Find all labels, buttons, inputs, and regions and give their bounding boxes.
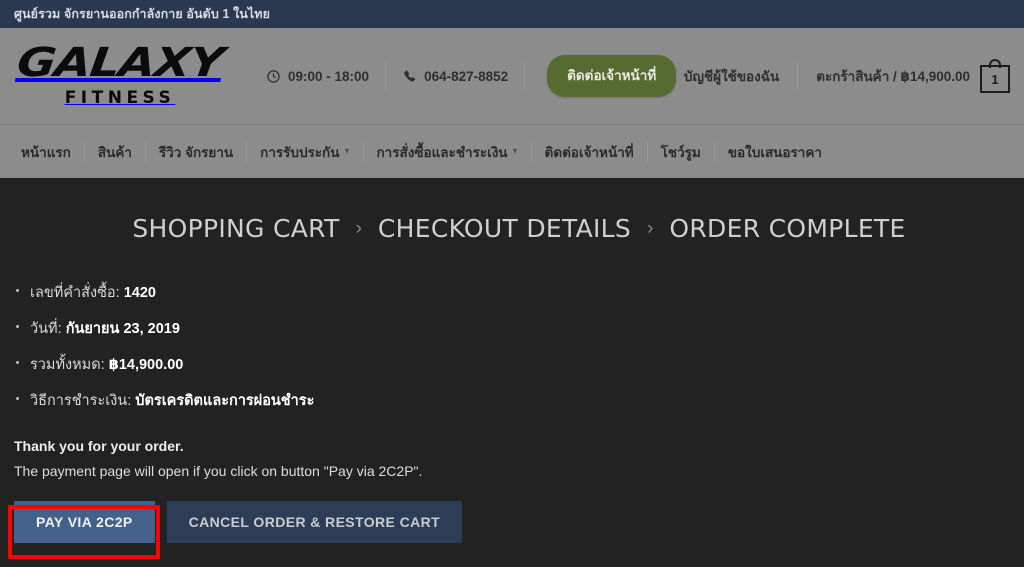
checkout-steps: SHOPPING CART › CHECKOUT DETAILS › ORDER… (14, 178, 1024, 243)
step-checkout-details[interactable]: CHECKOUT DETAILS (378, 214, 631, 243)
nav-label: สินค้า (97, 144, 132, 160)
nav-item-reviews[interactable]: รีวิว จักรยาน (146, 141, 246, 163)
my-account-link[interactable]: บัญชีผู้ใช้ของฉัน (666, 65, 797, 87)
phone-icon (402, 69, 417, 84)
logo-tagline: FITNESS (64, 88, 176, 108)
order-total-row: รวมทั้งหมด: ฿14,900.00 (14, 353, 1024, 376)
cancel-order-restore-cart-button[interactable]: CANCEL ORDER & RESTORE CART (166, 501, 463, 543)
nav-label: โชว์รูม (660, 144, 701, 160)
order-complete-content: SHOPPING CART › CHECKOUT DETAILS › ORDER… (0, 178, 1024, 567)
chevron-down-icon: ▾ (344, 145, 350, 157)
nav-item-contact[interactable]: ติดต่อเจ้าหน้าที่ (532, 141, 647, 163)
step-shopping-cart[interactable]: SHOPPING CART (132, 214, 339, 243)
cart-widget[interactable]: ตะกร้าสินค้า / ฿14,900.00 1 (798, 59, 1010, 93)
order-date-label: วันที่: (30, 321, 62, 337)
opening-hours: 09:00 - 18:00 (250, 69, 385, 84)
announcement-bar: ศูนย์รวม จักรยานออกกำลังกาย อันดับ 1 ในไ… (0, 0, 1024, 28)
header-divider-2 (524, 63, 526, 89)
order-payment-value: บัตรเครดิตและการผ่อนชำระ (135, 393, 315, 409)
order-total-value: ฿14,900.00 (108, 357, 184, 373)
order-payment-method-row: วิธีการชำระเงิน: บัตรเครดิตและการผ่อนชำร… (14, 389, 1024, 412)
chevron-down-icon: ▾ (512, 145, 518, 157)
action-button-row: PAY VIA 2C2P CANCEL ORDER & RESTORE CART (14, 501, 1024, 543)
announcement-text: ศูนย์รวม จักรยานออกกำลังกาย อันดับ 1 ในไ… (14, 7, 271, 21)
site-header: GALAXY FITNESS 09:00 - 18:00 064-827-885… (0, 28, 1024, 124)
pay-via-2c2p-button[interactable]: PAY VIA 2C2P (14, 501, 155, 543)
cart-item-count: 1 (991, 71, 999, 87)
nav-item-ordering-payment[interactable]: การสั่งซื้อและชำระเงิน ▾ (364, 141, 531, 163)
order-number-label: เลขที่คำสั่งซื้อ: (30, 285, 120, 301)
nav-label: ติดต่อเจ้าหน้าที่ (544, 144, 634, 160)
logo-wordmark: GALAXY (14, 40, 226, 86)
nav-item-warranty[interactable]: การรับประกัน ▾ (247, 141, 362, 163)
nav-label: หน้าแรก (21, 144, 71, 160)
site-logo[interactable]: GALAXY FITNESS (14, 40, 226, 108)
step-order-complete[interactable]: ORDER COMPLETE (669, 214, 905, 243)
order-total-label: รวมทั้งหมด: (30, 357, 105, 373)
page-root: ศูนย์รวม จักรยานออกกำลังกาย อันดับ 1 ในไ… (0, 0, 1024, 567)
order-number-row: เลขที่คำสั่งซื้อ: 1420 (14, 281, 1024, 304)
step-separator-icon: › (355, 217, 362, 239)
cart-total-label: ตะกร้าสินค้า / ฿14,900.00 (816, 69, 970, 84)
nav-item-products[interactable]: สินค้า (85, 141, 145, 163)
order-number-value: 1420 (123, 285, 156, 301)
nav-item-home[interactable]: หน้าแรก (8, 141, 84, 163)
nav-item-showroom[interactable]: โชว์รูม (648, 141, 714, 163)
header-info-group: 09:00 - 18:00 064-827-8852 ติดต่อเจ้าหน้… (250, 55, 677, 97)
step-separator-icon: › (647, 217, 654, 239)
header-right-group: บัญชีผู้ใช้ของฉัน ตะกร้าสินค้า / ฿14,900… (666, 28, 1010, 124)
shopping-bag-icon[interactable]: 1 (980, 59, 1010, 93)
clock-icon (266, 69, 281, 84)
thank-you-message: Thank you for your order. (14, 438, 184, 454)
nav-label: การสั่งซื้อและชำระเงิน (376, 144, 508, 160)
opening-hours-text: 09:00 - 18:00 (288, 68, 370, 84)
contact-staff-button[interactable]: ติดต่อเจ้าหน้าที่ (547, 55, 677, 97)
nav-label: รีวิว จักรยาน (158, 144, 234, 160)
order-summary-list: เลขที่คำสั่งซื้อ: 1420 วันที่: กันยายน 2… (14, 281, 1024, 412)
phone-number-text: 064-827-8852 (424, 68, 509, 84)
order-date-value: กันยายน 23, 2019 (65, 321, 180, 337)
phone-number[interactable]: 064-827-8852 (386, 69, 524, 84)
order-date-row: วันที่: กันยายน 23, 2019 (14, 317, 1024, 340)
nav-item-quotation[interactable]: ขอใบเสนอราคา (715, 141, 835, 163)
payment-instruction-text: The payment page will open if you click … (14, 463, 423, 479)
nav-label: การรับประกัน (260, 144, 340, 160)
order-payment-label: วิธีการชำระเงิน: (30, 393, 132, 409)
main-navigation: หน้าแรก สินค้า รีวิว จักรยาน การรับประกั… (0, 124, 1024, 178)
nav-label: ขอใบเสนอราคา (727, 144, 822, 160)
